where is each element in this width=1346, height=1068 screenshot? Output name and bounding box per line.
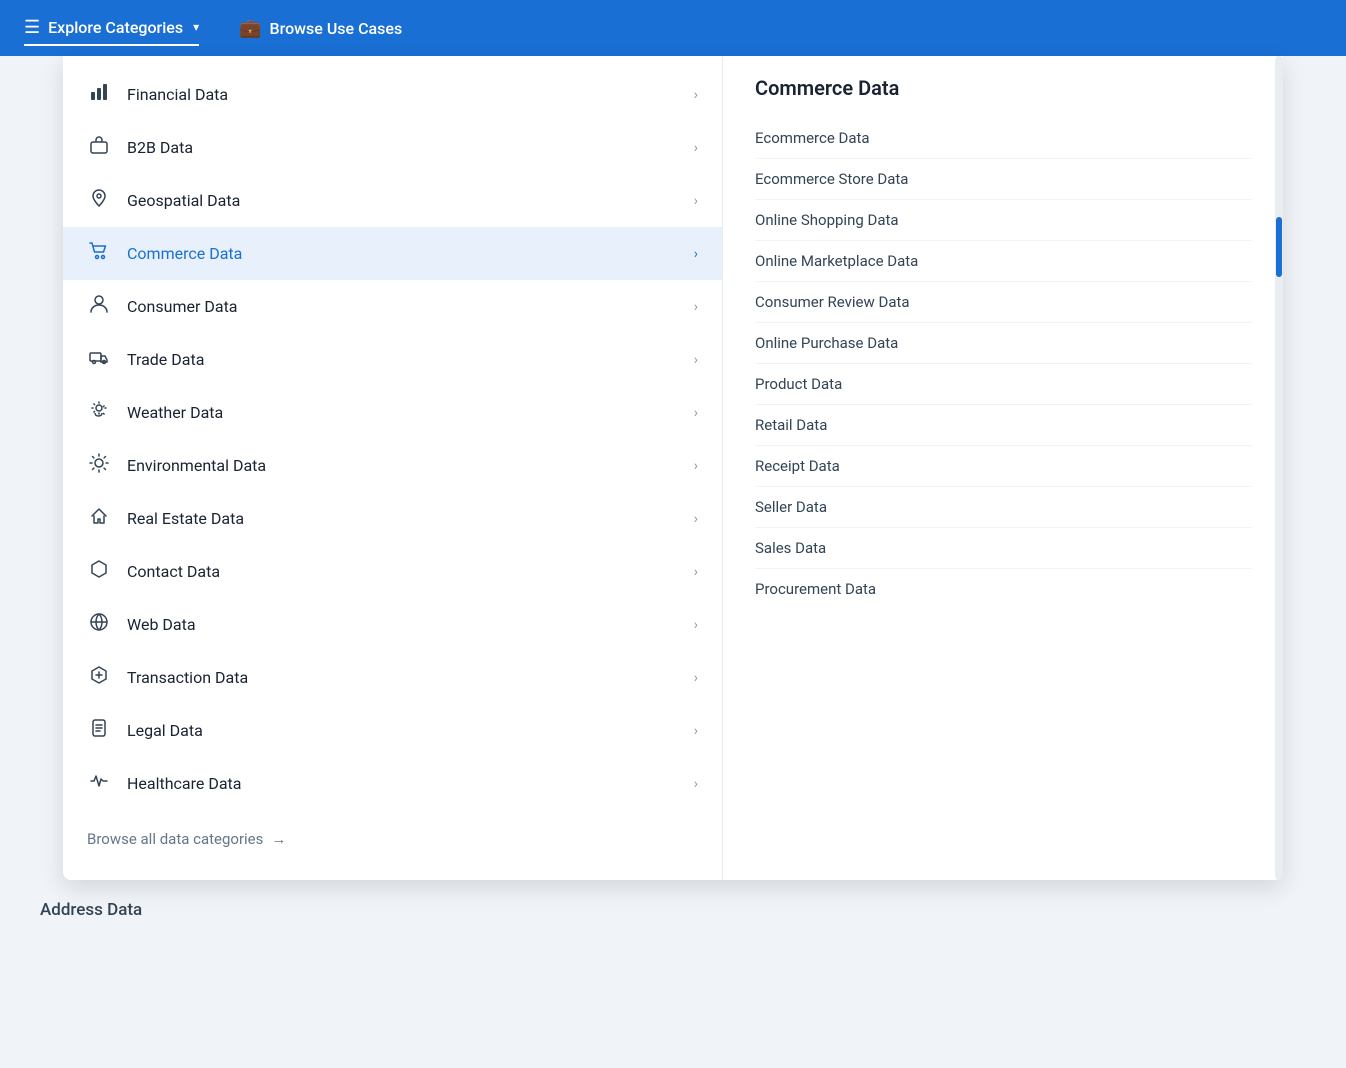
chevron-right-icon: › [694,458,698,474]
document-icon [87,718,111,743]
subcategories-title: Commerce Data [755,76,1251,100]
chevron-right-icon: › [694,670,698,686]
arrow-right-icon: → [271,830,286,848]
subcategory-ecommerce-store-data[interactable]: Ecommerce Store Data [755,159,1251,200]
truck-icon [87,347,111,372]
page-hint: Address Data [0,880,1346,940]
commerce-data-label: Commerce Data [127,244,678,263]
browse-label: Browse Use Cases [270,19,403,38]
subcategory-online-marketplace-data[interactable]: Online Marketplace Data [755,241,1251,282]
subcategories-panel: Commerce Data Ecommerce Data Ecommerce S… [723,56,1283,880]
category-item-realestate[interactable]: Real Estate Data › [63,492,722,545]
environmental-data-label: Environmental Data [127,456,678,475]
legal-data-label: Legal Data [127,721,678,740]
subcategory-receipt-data[interactable]: Receipt Data [755,446,1251,487]
category-item-commerce[interactable]: Commerce Data › [63,227,722,280]
chevron-right-icon: › [694,405,698,421]
menu-icon: ☰ [24,17,40,38]
geospatial-data-label: Geospatial Data [127,191,678,210]
category-item-weather[interactable]: Weather Data › [63,386,722,439]
bar-chart-icon [87,82,111,107]
chevron-right-icon: › [694,299,698,315]
pin-icon [87,188,111,213]
category-item-web[interactable]: Web Data › [63,598,722,651]
subcategory-seller-data[interactable]: Seller Data [755,487,1251,528]
chevron-right-icon: › [694,140,698,156]
subcategory-sales-data[interactable]: Sales Data [755,528,1251,569]
chevron-right-icon: › [694,352,698,368]
cart-icon [87,241,111,266]
transaction-icon [87,665,111,690]
category-item-geospatial[interactable]: Geospatial Data › [63,174,722,227]
subcategory-online-purchase-data[interactable]: Online Purchase Data [755,323,1251,364]
weather-icon [87,400,111,425]
subcategory-ecommerce-data[interactable]: Ecommerce Data [755,118,1251,159]
transaction-data-label: Transaction Data [127,668,678,687]
chevron-right-icon: › [694,723,698,739]
subcategory-product-data[interactable]: Product Data [755,364,1251,405]
consumer-data-label: Consumer Data [127,297,678,316]
house-icon [87,506,111,531]
chevron-right-icon: › [694,617,698,633]
web-data-label: Web Data [127,615,678,634]
contact-data-label: Contact Data [127,562,678,581]
b2b-data-label: B2B Data [127,138,678,157]
healthcare-data-label: Healthcare Data [127,774,678,793]
category-item-consumer[interactable]: Consumer Data › [63,280,722,333]
subcategory-retail-data[interactable]: Retail Data [755,405,1251,446]
category-item-contact[interactable]: Contact Data › [63,545,722,598]
explore-label: Explore Categories [48,18,183,37]
chevron-right-icon: › [694,246,698,262]
globe-icon [87,612,111,637]
category-item-transaction[interactable]: Transaction Data › [63,651,722,704]
financial-data-label: Financial Data [127,85,678,104]
chevron-right-icon: › [694,776,698,792]
subcategory-consumer-review-data[interactable]: Consumer Review Data [755,282,1251,323]
chevron-right-icon: › [694,87,698,103]
category-item-environmental[interactable]: Environmental Data › [63,439,722,492]
subcategory-procurement-data[interactable]: Procurement Data [755,569,1251,609]
category-item-healthcare[interactable]: Healthcare Data › [63,757,722,810]
realestate-data-label: Real Estate Data [127,509,678,528]
weather-data-label: Weather Data [127,403,678,422]
person-icon [87,294,111,319]
chevron-right-icon: › [694,511,698,527]
briefcase-icon [87,135,111,160]
category-item-legal[interactable]: Legal Data › [63,704,722,757]
chevron-right-icon: › [694,193,698,209]
browse-use-cases-nav[interactable]: 💼 Browse Use Cases [239,12,402,45]
scrollbar-track [1275,56,1283,880]
briefcase-icon: 💼 [239,18,261,39]
subcategory-online-shopping-data[interactable]: Online Shopping Data [755,200,1251,241]
categories-panel: Financial Data › B2B Data › Geospatial D… [63,56,723,880]
category-item-trade[interactable]: Trade Data › [63,333,722,386]
hexagon-icon [87,559,111,584]
dropdown-menu: Financial Data › B2B Data › Geospatial D… [63,56,1283,880]
chevron-right-icon: › [694,564,698,580]
browse-all-link[interactable]: Browse all data categories → [63,810,722,868]
chevron-down-icon: ▾ [193,20,199,34]
explore-categories-nav[interactable]: ☰ Explore Categories ▾ [24,11,199,46]
navbar: ☰ Explore Categories ▾ 💼 Browse Use Case… [0,0,1346,56]
sun-icon [87,453,111,478]
scrollbar-thumb[interactable] [1276,217,1282,277]
category-item-financial[interactable]: Financial Data › [63,68,722,121]
browse-all-label: Browse all data categories [87,830,263,848]
trade-data-label: Trade Data [127,350,678,369]
heartbeat-icon [87,771,111,796]
category-item-b2b[interactable]: B2B Data › [63,121,722,174]
